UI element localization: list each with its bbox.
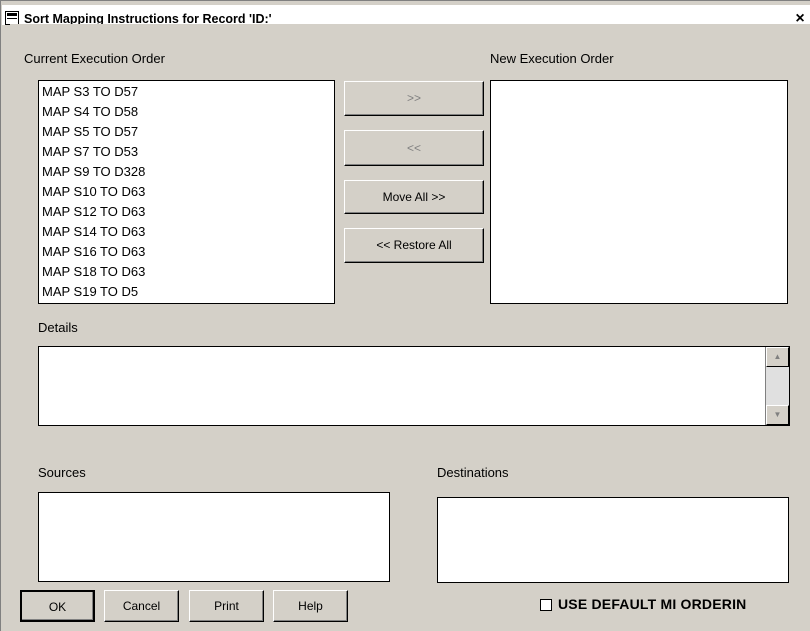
sources-label: Sources xyxy=(38,465,86,480)
help-button[interactable]: Help xyxy=(273,590,348,622)
use-default-label[interactable]: USE DEFAULT MI ORDERIN xyxy=(558,596,746,612)
list-item[interactable]: MAP S7 TO D53 xyxy=(39,142,334,162)
current-order-label: Current Execution Order xyxy=(24,51,165,66)
move-all-button[interactable]: Move All >> xyxy=(344,180,484,214)
system-menu-icon[interactable] xyxy=(5,11,19,25)
cancel-button[interactable]: Cancel xyxy=(104,590,179,622)
destinations-box[interactable] xyxy=(437,497,789,583)
details-textarea[interactable]: ▲ ▼ xyxy=(38,346,790,426)
move-left-button[interactable]: << xyxy=(344,130,484,166)
use-default-checkbox[interactable] xyxy=(540,599,552,611)
list-item[interactable]: MAP S3 TO D57 xyxy=(39,82,334,102)
new-order-listbox[interactable] xyxy=(490,80,788,304)
current-order-listbox[interactable]: MAP S3 TO D57 MAP S4 TO D58 MAP S5 TO D57 M… xyxy=(38,80,335,304)
list-item[interactable]: MAP S5 TO D57 xyxy=(39,122,334,142)
list-item[interactable]: MAP S18 TO D63 xyxy=(39,262,334,282)
list-item[interactable]: MAP S10 TO D63 xyxy=(39,182,334,202)
sources-box[interactable] xyxy=(38,492,390,582)
details-label: Details xyxy=(38,320,78,335)
details-scrollbar[interactable]: ▲ ▼ xyxy=(765,347,789,425)
dialog-body: Current Execution Order New Execution Or… xyxy=(10,24,810,631)
list-item[interactable]: MAP S16 TO D63 xyxy=(39,242,334,262)
scroll-up-icon[interactable]: ▲ xyxy=(766,347,789,367)
list-item[interactable]: MAP S4 TO D58 xyxy=(39,102,334,122)
print-button[interactable]: Print xyxy=(189,590,264,622)
list-item[interactable]: MAP S19 TO D5 xyxy=(39,282,334,302)
new-order-label: New Execution Order xyxy=(490,51,614,66)
list-item[interactable]: MAP S14 TO D63 xyxy=(39,222,334,242)
scroll-down-icon[interactable]: ▼ xyxy=(766,405,789,425)
restore-all-button[interactable]: << Restore All xyxy=(344,228,484,263)
title-bar[interactable]: Sort Mapping Instructions for Record 'ID… xyxy=(2,5,810,27)
ok-button[interactable]: OK xyxy=(20,590,95,622)
destinations-label: Destinations xyxy=(437,465,509,480)
list-item[interactable]: MAP S12 TO D63 xyxy=(39,202,334,222)
move-right-button[interactable]: >> xyxy=(344,81,484,116)
list-item[interactable]: MAP S9 TO D328 xyxy=(39,162,334,182)
